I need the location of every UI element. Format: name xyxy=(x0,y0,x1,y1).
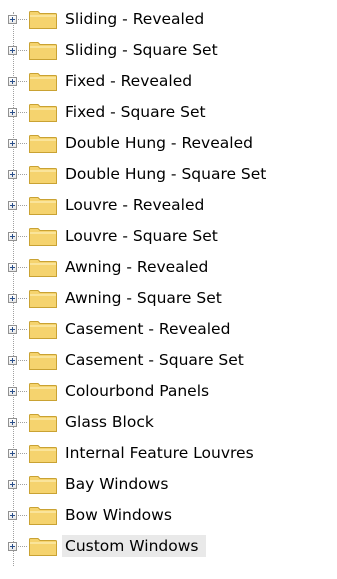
tree-node-label: Glass Block xyxy=(65,413,154,431)
tree-node-custom-windows[interactable]: Custom Windows xyxy=(0,531,337,561)
folder-icon xyxy=(29,476,57,494)
plus-box-icon[interactable] xyxy=(8,170,17,179)
tree-node-colourbond-panels[interactable]: Colourbond Panels xyxy=(0,376,337,406)
tree-branch-line xyxy=(18,112,27,113)
plus-box-icon[interactable] xyxy=(8,387,17,396)
tree-node-sliding-square-set[interactable]: Sliding - Square Set xyxy=(0,35,337,65)
folder-icon xyxy=(29,42,57,60)
tree-node-label: Sliding - Revealed xyxy=(65,10,205,28)
folder-icon xyxy=(29,259,57,277)
plus-box-icon[interactable] xyxy=(8,294,17,303)
plus-box-icon[interactable] xyxy=(8,542,17,551)
tree-node-label: Casement - Square Set xyxy=(65,351,244,369)
tree-branch-line xyxy=(18,422,27,423)
plus-box-icon[interactable] xyxy=(8,15,17,24)
folder-icon xyxy=(29,135,57,153)
tree-node-label: Internal Feature Louvres xyxy=(65,444,254,462)
tree-branch-line xyxy=(18,205,27,206)
tree-branch-line xyxy=(18,19,27,20)
tree-node-awning-revealed[interactable]: Awning - Revealed xyxy=(0,252,337,282)
tree-node-casement-square-set[interactable]: Casement - Square Set xyxy=(0,345,337,375)
plus-box-icon[interactable] xyxy=(8,356,17,365)
tree-node-glass-block[interactable]: Glass Block xyxy=(0,407,337,437)
folder-icon xyxy=(29,73,57,91)
plus-box-icon[interactable] xyxy=(8,139,17,148)
tree-node-double-hung-revealed[interactable]: Double Hung - Revealed xyxy=(0,128,337,158)
plus-box-icon[interactable] xyxy=(8,511,17,520)
folder-icon xyxy=(29,228,57,246)
tree-node-label: Double Hung - Square Set xyxy=(65,165,267,183)
tree-node-label: Awning - Revealed xyxy=(65,258,209,276)
tree-branch-line xyxy=(18,174,27,175)
plus-box-icon[interactable] xyxy=(8,325,17,334)
plus-box-icon[interactable] xyxy=(8,480,17,489)
tree-branch-line xyxy=(18,484,27,485)
plus-box-icon[interactable] xyxy=(8,418,17,427)
plus-box-icon[interactable] xyxy=(8,46,17,55)
folder-icon xyxy=(29,507,57,525)
tree-node-label: Louvre - Revealed xyxy=(65,196,205,214)
plus-box-icon[interactable] xyxy=(8,201,17,210)
plus-box-icon[interactable] xyxy=(8,77,17,86)
tree-branch-line xyxy=(18,546,27,547)
tree-branch-line xyxy=(18,453,27,454)
folder-icon xyxy=(29,352,57,370)
plus-box-icon[interactable] xyxy=(8,108,17,117)
tree-branch-line xyxy=(18,236,27,237)
tree-node-louvre-revealed[interactable]: Louvre - Revealed xyxy=(0,190,337,220)
tree-node-fixed-square-set[interactable]: Fixed - Square Set xyxy=(0,97,337,127)
tree-node-label: Fixed - Revealed xyxy=(65,72,193,90)
tree-node-sliding-revealed[interactable]: Sliding - Revealed xyxy=(0,4,337,34)
tree-node-label: Awning - Square Set xyxy=(65,289,222,307)
tree-node-casement-revealed[interactable]: Casement - Revealed xyxy=(0,314,337,344)
folder-icon xyxy=(29,414,57,432)
tree-branch-line xyxy=(18,143,27,144)
folder-icon xyxy=(29,538,57,556)
folder-icon xyxy=(29,197,57,215)
folder-icon xyxy=(29,321,57,339)
tree-node-louvre-square-set[interactable]: Louvre - Square Set xyxy=(0,221,337,251)
tree-node-label: Bow Windows xyxy=(65,506,172,524)
tree-node-bay-windows[interactable]: Bay Windows xyxy=(0,469,337,499)
tree-branch-line xyxy=(18,515,27,516)
folder-icon xyxy=(29,290,57,308)
tree-node-fixed-revealed[interactable]: Fixed - Revealed xyxy=(0,66,337,96)
plus-box-icon[interactable] xyxy=(8,449,17,458)
tree-branch-line xyxy=(18,81,27,82)
tree-node-label: Fixed - Square Set xyxy=(65,103,206,121)
tree-node-bow-windows[interactable]: Bow Windows xyxy=(0,500,337,530)
tree-branch-line xyxy=(18,391,27,392)
folder-tree: Sliding - Revealed Sliding - Square Set … xyxy=(0,0,337,579)
tree-node-label: Casement - Revealed xyxy=(65,320,231,338)
folder-icon xyxy=(29,383,57,401)
tree-branch-line xyxy=(18,329,27,330)
tree-branch-line xyxy=(18,50,27,51)
folder-icon xyxy=(29,445,57,463)
tree-branch-line xyxy=(18,360,27,361)
tree-node-awning-square-set[interactable]: Awning - Square Set xyxy=(0,283,337,313)
tree-branch-line xyxy=(18,267,27,268)
tree-branch-line xyxy=(18,298,27,299)
folder-icon xyxy=(29,11,57,29)
tree-node-label: Bay Windows xyxy=(65,475,169,493)
tree-node-label: Louvre - Square Set xyxy=(65,227,218,245)
tree-node-label: Colourbond Panels xyxy=(65,382,210,400)
plus-box-icon[interactable] xyxy=(8,232,17,241)
plus-box-icon[interactable] xyxy=(8,263,17,272)
tree-node-label: Sliding - Square Set xyxy=(65,41,218,59)
tree-node-label: Custom Windows xyxy=(62,535,206,557)
folder-icon xyxy=(29,166,57,184)
tree-node-internal-feature-louvres[interactable]: Internal Feature Louvres xyxy=(0,438,337,468)
tree-node-label: Double Hung - Revealed xyxy=(65,134,253,152)
tree-node-double-hung-square-set[interactable]: Double Hung - Square Set xyxy=(0,159,337,189)
folder-icon xyxy=(29,104,57,122)
